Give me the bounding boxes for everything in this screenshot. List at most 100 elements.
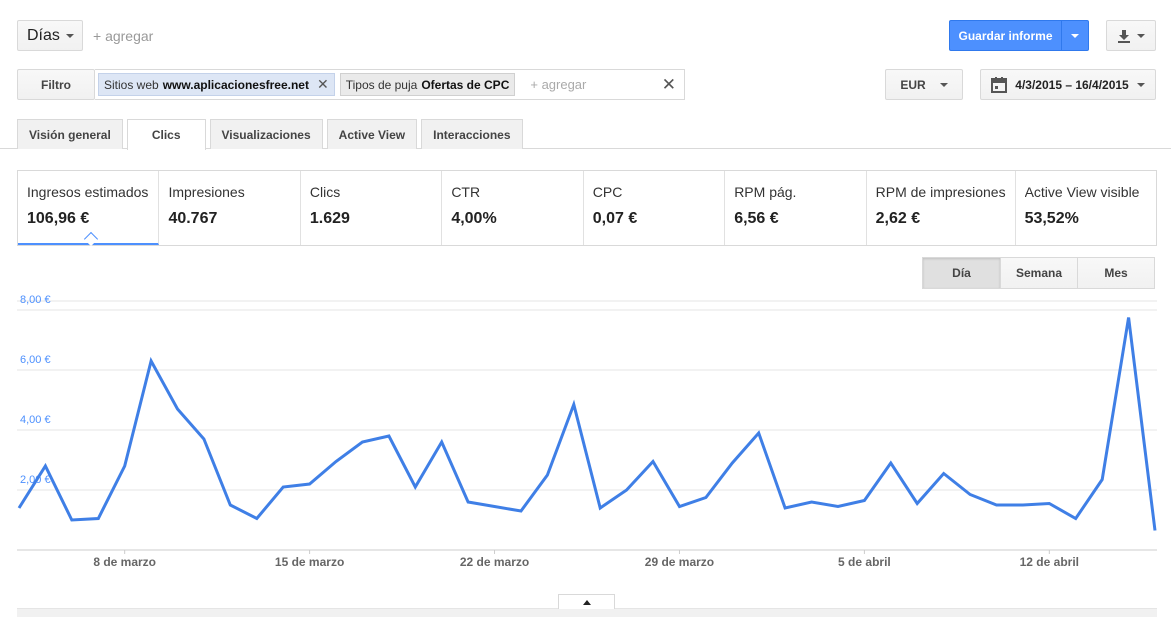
filter-chip-sites[interactable]: Sitios web www.aplicacionesfree.net ✕ (98, 73, 335, 96)
data-point[interactable] (992, 501, 1000, 509)
data-point[interactable] (15, 504, 23, 512)
data-point[interactable] (491, 503, 499, 511)
metric-page-rpm[interactable]: RPM pág. 6,56 € (725, 171, 867, 245)
data-point[interactable] (623, 486, 631, 494)
data-point[interactable] (41, 462, 49, 470)
save-report-button[interactable]: Guardar informe (949, 20, 1089, 51)
data-point[interactable] (596, 504, 604, 512)
currency-dropdown[interactable]: EUR (885, 69, 963, 100)
collapse-chart-button[interactable] (558, 594, 615, 609)
metric-impression-rpm[interactable]: RPM de impresiones 2,62 € (867, 171, 1016, 245)
data-point[interactable] (253, 515, 261, 523)
save-report-label[interactable]: Guardar informe (950, 21, 1062, 50)
add-dimension-link[interactable]: + agregar (93, 28, 153, 44)
data-point[interactable] (755, 429, 763, 437)
tab-clicks[interactable]: Clics (126, 119, 206, 150)
data-point[interactable] (147, 357, 155, 365)
metric-impressions[interactable]: Impresiones 40.767 (159, 171, 301, 245)
data-point[interactable] (411, 483, 419, 491)
metric-value: 6,56 € (734, 210, 779, 227)
filter-chip-key: Tipos de puja (345, 77, 418, 92)
metrics-scorecard: Ingresos estimados 106,96 € Impresiones … (17, 170, 1157, 246)
tab-active-view[interactable]: Active View (326, 119, 418, 149)
data-point[interactable] (200, 435, 208, 443)
data-point[interactable] (940, 470, 948, 478)
data-point[interactable] (385, 432, 393, 440)
y-tick-label: 6,00 € (20, 354, 51, 366)
data-point[interactable] (860, 497, 868, 505)
metric-active-view[interactable]: Active View visible 53,52% (1016, 171, 1156, 245)
tab-overview[interactable]: Visión general (17, 119, 123, 149)
data-point[interactable] (464, 498, 472, 506)
data-point[interactable] (1019, 501, 1027, 509)
period-dropdown[interactable]: Días (17, 20, 83, 51)
add-filter-input[interactable]: + agregar (530, 77, 586, 92)
data-point[interactable] (570, 401, 578, 409)
data-point[interactable] (1151, 527, 1159, 535)
granularity-month-button[interactable]: Mes (1077, 257, 1155, 289)
save-options-dropdown[interactable] (1062, 21, 1088, 50)
granularity-day-button[interactable]: Día (922, 257, 1001, 289)
data-point[interactable] (121, 462, 129, 470)
data-point[interactable] (1098, 476, 1106, 484)
period-label: Días (27, 26, 60, 44)
filter-bar: Sitios web www.aplicacionesfree.net ✕ Ti… (95, 69, 685, 100)
data-point[interactable] (94, 515, 102, 523)
tab-interactions[interactable]: Interacciones (421, 119, 523, 149)
chevron-down-icon (1136, 82, 1145, 87)
metric-ctr[interactable]: CTR 4,00% (442, 171, 584, 245)
data-point[interactable] (1045, 500, 1053, 508)
chevron-down-icon (1071, 33, 1079, 38)
filter-chip-key: Sitios web (104, 77, 159, 92)
metric-cpc[interactable]: CPC 0,07 € (584, 171, 726, 245)
metric-value: 0,07 € (592, 210, 638, 227)
report-tabs: Visión general Clics Visualizaciones Act… (17, 119, 523, 150)
data-point[interactable] (517, 507, 525, 515)
metric-value: 106,96 € (27, 210, 90, 227)
filter-button[interactable]: Filtro (17, 69, 95, 100)
data-point[interactable] (174, 405, 182, 413)
data-point[interactable] (1125, 314, 1133, 322)
data-point[interactable] (279, 483, 287, 491)
data-point[interactable] (913, 500, 921, 508)
download-icon (1118, 29, 1130, 43)
currency-label: EUR (900, 77, 926, 92)
filter-chip-value: Ofertas de CPC (421, 77, 510, 92)
data-point[interactable] (966, 491, 974, 499)
data-point[interactable] (1072, 515, 1080, 523)
metric-value: 4,00% (451, 210, 497, 227)
data-point[interactable] (781, 504, 789, 512)
x-tick-label: 5 de abril (838, 555, 891, 569)
data-point[interactable] (543, 471, 551, 479)
data-point[interactable] (358, 438, 366, 446)
data-point[interactable] (332, 458, 340, 466)
x-tick-label: 8 de marzo (93, 555, 156, 569)
close-icon[interactable]: ✕ (662, 75, 676, 95)
filter-chip-bid-type[interactable]: Tipos de puja Ofertas de CPC (339, 73, 516, 96)
download-button[interactable] (1106, 20, 1156, 51)
data-point[interactable] (649, 458, 657, 466)
data-point[interactable] (887, 459, 895, 467)
date-range-picker[interactable]: 4/3/2015 – 16/4/2015 (980, 69, 1156, 100)
metric-name: Clics (309, 184, 341, 200)
data-point[interactable] (834, 503, 842, 511)
metric-value: 40.767 (168, 210, 218, 227)
granularity-week-button[interactable]: Semana (1000, 257, 1078, 289)
data-point[interactable] (728, 459, 736, 467)
tab-views[interactable]: Visualizaciones (209, 119, 323, 149)
metric-name: Ingresos estimados (27, 184, 149, 200)
metric-name: CPC (592, 184, 623, 200)
data-point[interactable] (68, 516, 76, 524)
y-tick-label: 8,00 € (20, 295, 51, 306)
metric-estimated-earnings[interactable]: Ingresos estimados 106,96 € (18, 171, 160, 245)
data-point[interactable] (438, 438, 446, 446)
close-icon[interactable]: ✕ (317, 76, 329, 93)
metric-value: 2,62 € (875, 210, 921, 227)
data-point[interactable] (675, 503, 683, 511)
metric-clicks[interactable]: Clics 1.629 (301, 171, 443, 245)
data-point[interactable] (702, 494, 710, 502)
x-tick-label: 22 de marzo (460, 555, 529, 569)
data-point[interactable] (306, 480, 314, 488)
data-point[interactable] (808, 498, 816, 506)
data-point[interactable] (226, 501, 234, 509)
